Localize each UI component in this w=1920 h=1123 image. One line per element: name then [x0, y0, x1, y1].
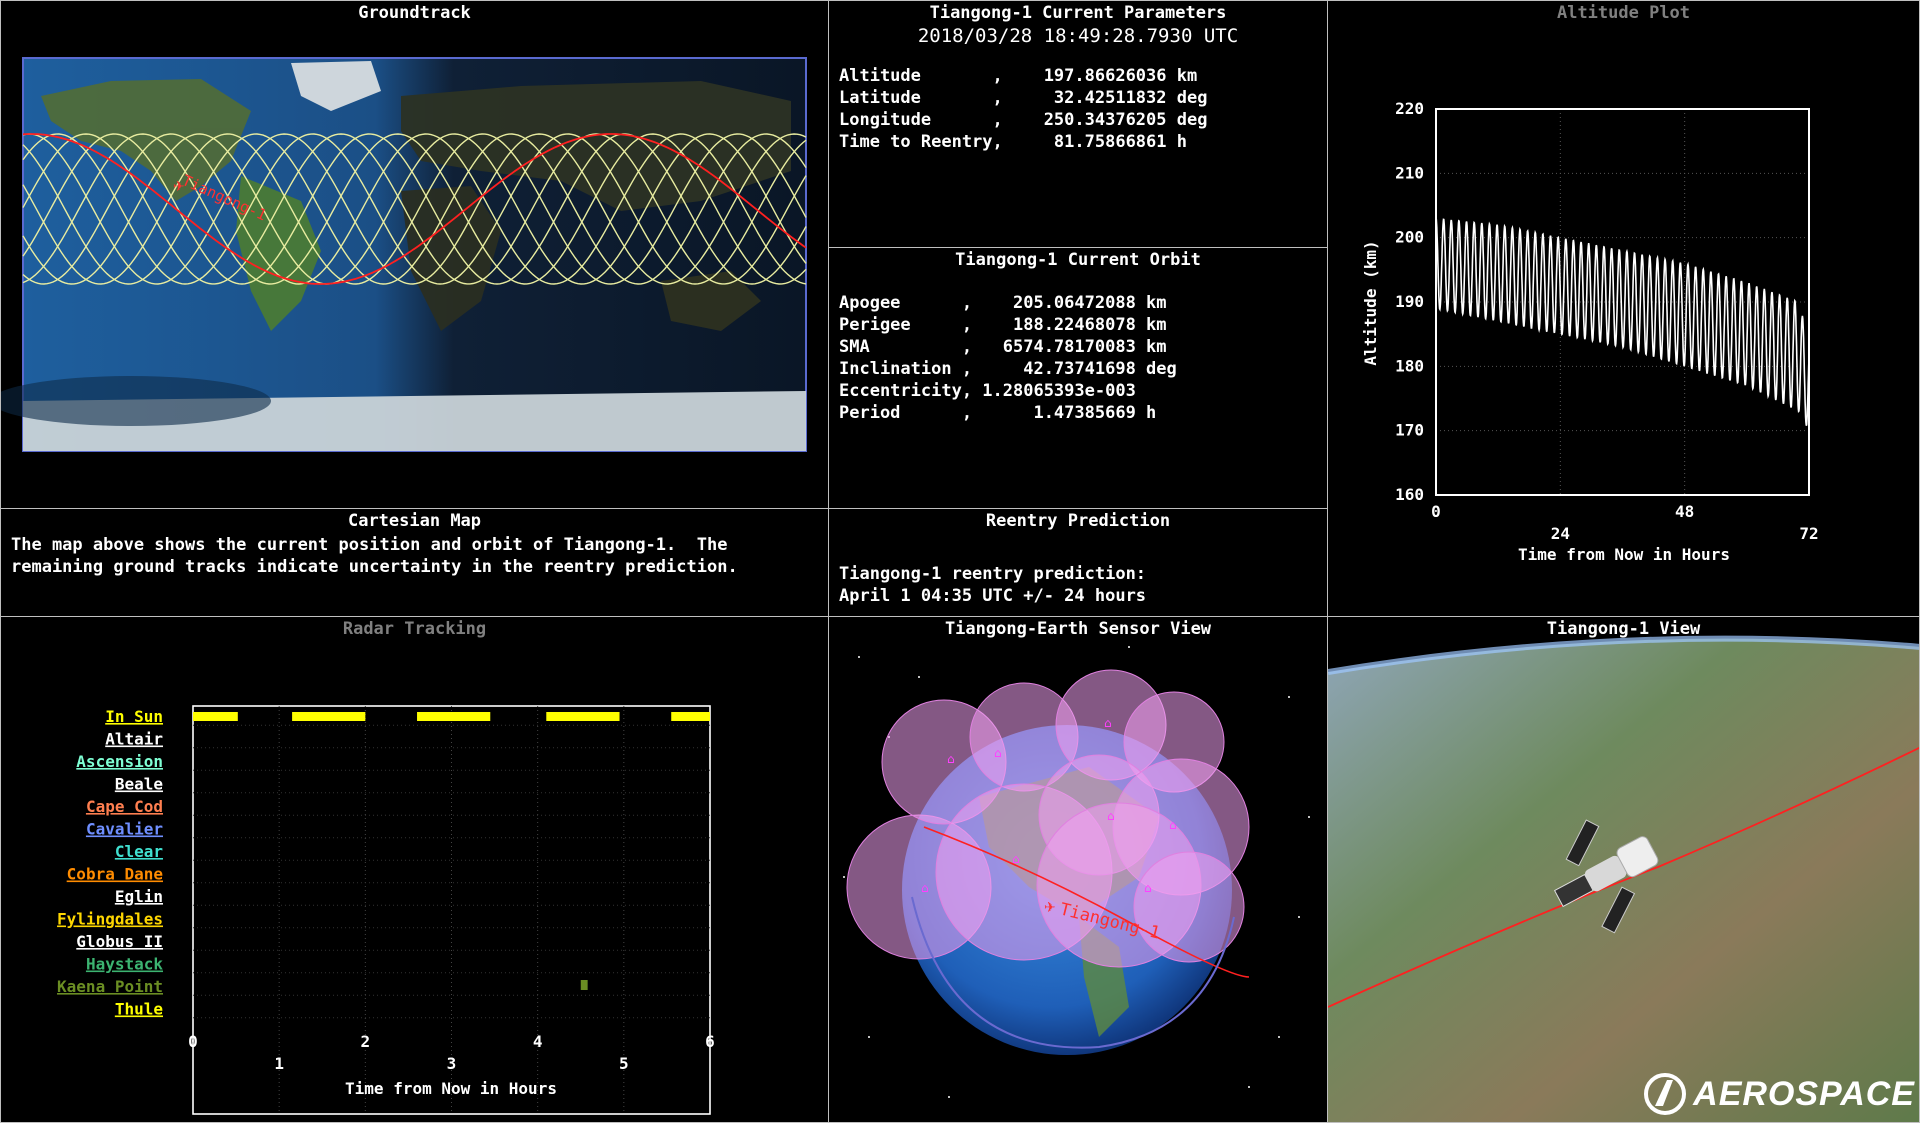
svg-text:⌂: ⌂ [1144, 881, 1152, 895]
orbit-row: Perigee , 188.22468078 km [839, 315, 1167, 335]
aerospace-logo-text: AEROSPACE [1693, 1074, 1915, 1113]
satview-title: Tiangong-1 View [1546, 619, 1701, 639]
sensor-view-panel: Tiangong-Earth Sensor View ⌂ ⌂ ⌂ ⌂ ⌂ ⌂ ⌂… [828, 616, 1328, 1123]
radar-station-label: Haystack [86, 955, 163, 974]
groundtrack-map[interactable]: Tiangong-1 ✈ [1, 1, 829, 509]
radar-station-label: Globus II [76, 932, 163, 951]
altitude-series-line [1435, 218, 1810, 426]
altitude-y-tick: 190 [1395, 292, 1424, 311]
altitude-x-tick: 0 [1431, 502, 1441, 521]
radar-station-label: Altair [105, 730, 163, 749]
params-row: Altitude , 197.86626036 km [839, 66, 1198, 86]
radar-station-label: Cavalier [86, 820, 163, 839]
reentry-line2: April 1 04:35 UTC +/- 24 hours [839, 586, 1147, 606]
altitude-y-tick: 200 [1395, 228, 1424, 247]
altitude-ylabel: Altitude (km) [1361, 240, 1380, 365]
orbit-row: SMA , 6574.78170083 km [839, 337, 1167, 357]
satellite-view-panel: Tiangong-1 View AEROSPACE [1327, 616, 1920, 1123]
sensor-title: Tiangong-Earth Sensor View [944, 619, 1212, 639]
altitude-chart[interactable]: 220 210 200 190 180 170 160 0 48 24 72 Altitude (… [1328, 1, 1920, 617]
radar-station-label: Kaena Point [57, 977, 163, 996]
orbit-row: Apogee , 205.06472088 km [839, 293, 1167, 313]
svg-text:⌂: ⌂ [994, 746, 1002, 760]
params-row: Latitude , 32.42511832 deg [839, 88, 1208, 108]
cartesian-text-line2: remaining ground tracks indicate uncerta… [11, 557, 738, 577]
aerospace-logo-icon [1644, 1073, 1687, 1115]
altitude-y-tick: 210 [1395, 163, 1424, 182]
radar-x-tick: 0 [188, 1032, 198, 1051]
params-timestamp: 2018/03/28 18:49:28.7930 UTC [917, 25, 1239, 47]
radar-station-label: Thule [115, 1000, 163, 1019]
in-sun-bar [292, 712, 366, 721]
groundtrack-sat-marker: ✈ [173, 179, 185, 195]
altitude-x-ticks: 0 48 24 72 [1431, 502, 1818, 543]
radar-grid [193, 706, 710, 1114]
cartesian-text-line1: The map above shows the current position… [11, 535, 728, 555]
aerospace-logo: AEROSPACE [1643, 1072, 1915, 1116]
radar-xlabel: Time from Now in Hours [345, 1079, 557, 1098]
orbit-row: Inclination , 42.73741698 deg [839, 359, 1177, 379]
sensor-view-scene[interactable]: ⌂⌂ ⌂ ⌂⌂⌂ ⌂⌂ Tiangong-1 ✈ [829, 617, 1328, 1123]
radar-x-tick: 2 [361, 1032, 371, 1051]
kaena-point-pass-bar [580, 980, 588, 990]
radar-station-labels: In Sun Altair Ascension Beale Cape Cod Cavali… [57, 707, 163, 1019]
radar-x-tick: 6 [705, 1032, 715, 1051]
sensor-sat-marker: ✈ [1044, 900, 1056, 916]
svg-text:⌂: ⌂ [947, 752, 955, 766]
in-sun-bar [417, 712, 491, 721]
params-title: Tiangong-1 Current Parameters [929, 3, 1227, 23]
radar-station-label: Eglin [115, 887, 163, 906]
altitude-y-tick: 170 [1395, 421, 1424, 440]
radar-coverage-domes [846, 669, 1250, 968]
svg-text:⌂: ⌂ [1104, 716, 1112, 730]
groundtrack-panel: Groundtrack Tiangong-1 ✈ [0, 0, 829, 509]
svg-text:⌂: ⌂ [1169, 818, 1177, 832]
svg-text:⌂: ⌂ [921, 881, 929, 895]
altitude-y-tick: 180 [1395, 356, 1424, 375]
altitude-x-tick: 72 [1799, 524, 1818, 543]
current-parameters-panel: Tiangong-1 Current Parameters 2018/03/28… [828, 0, 1328, 248]
orbit-title: Tiangong-1 Current Orbit [955, 250, 1201, 270]
params-row: Time to Reentry, 81.75866861 h [839, 132, 1187, 152]
altitude-y-tick: 160 [1395, 485, 1424, 504]
in-sun-bar [193, 712, 238, 721]
radar-station-label: Clear [115, 842, 163, 861]
satellite-view-scene[interactable] [1328, 617, 1920, 1123]
radar-x-tick: 5 [619, 1054, 629, 1073]
orbit-row: Eccentricity, 1.28065393e-003 [839, 381, 1136, 401]
radar-station-label: Cape Cod [86, 797, 163, 816]
in-sun-bar [671, 712, 710, 721]
radar-x-tick: 4 [533, 1032, 543, 1051]
altitude-y-tick: 220 [1395, 99, 1424, 118]
altitude-xlabel: Time from Now in Hours [1518, 545, 1730, 564]
radar-station-label: Ascension [76, 752, 163, 771]
cartesian-title: Cartesian Map [347, 511, 482, 531]
radar-station-label: Beale [115, 775, 163, 794]
radar-chart[interactable]: In Sun Altair Ascension Beale Cape Cod Cavali… [1, 617, 829, 1123]
current-orbit-panel: Tiangong-1 Current Orbit Apogee , 205.06… [828, 247, 1328, 509]
in-sun-bar [546, 712, 620, 721]
reentry-line1: Tiangong-1 reentry prediction: [839, 564, 1147, 584]
altitude-x-tick: 48 [1675, 502, 1694, 521]
reentry-prediction-panel: Reentry Prediction Tiangong-1 reentry pr… [828, 508, 1328, 617]
altitude-y-ticks: 220 210 200 190 180 170 160 [1395, 99, 1424, 504]
radar-x-tick: 3 [447, 1054, 457, 1073]
radar-station-label: In Sun [105, 707, 163, 726]
orbit-row: Period , 1.47385669 h [839, 403, 1157, 423]
radar-tracking-panel: Radar Tracking In Sun Altair Ascension Beal… [0, 616, 829, 1123]
radar-station-label: Cobra Dane [67, 865, 163, 884]
reentry-title: Reentry Prediction [985, 511, 1171, 531]
svg-text:⌂: ⌂ [1107, 809, 1115, 823]
radar-x-tick: 1 [274, 1054, 284, 1073]
altitude-plot-panel: Altitude Plot 220 210 200 190 180 170 160 0 48 2… [1327, 0, 1920, 617]
altitude-x-tick: 24 [1551, 524, 1570, 543]
radar-station-label: Fylingdales [57, 910, 163, 929]
params-row: Longitude , 250.34376205 deg [839, 110, 1208, 130]
cartesian-map-panel: Cartesian Map The map above shows the cu… [0, 508, 829, 617]
